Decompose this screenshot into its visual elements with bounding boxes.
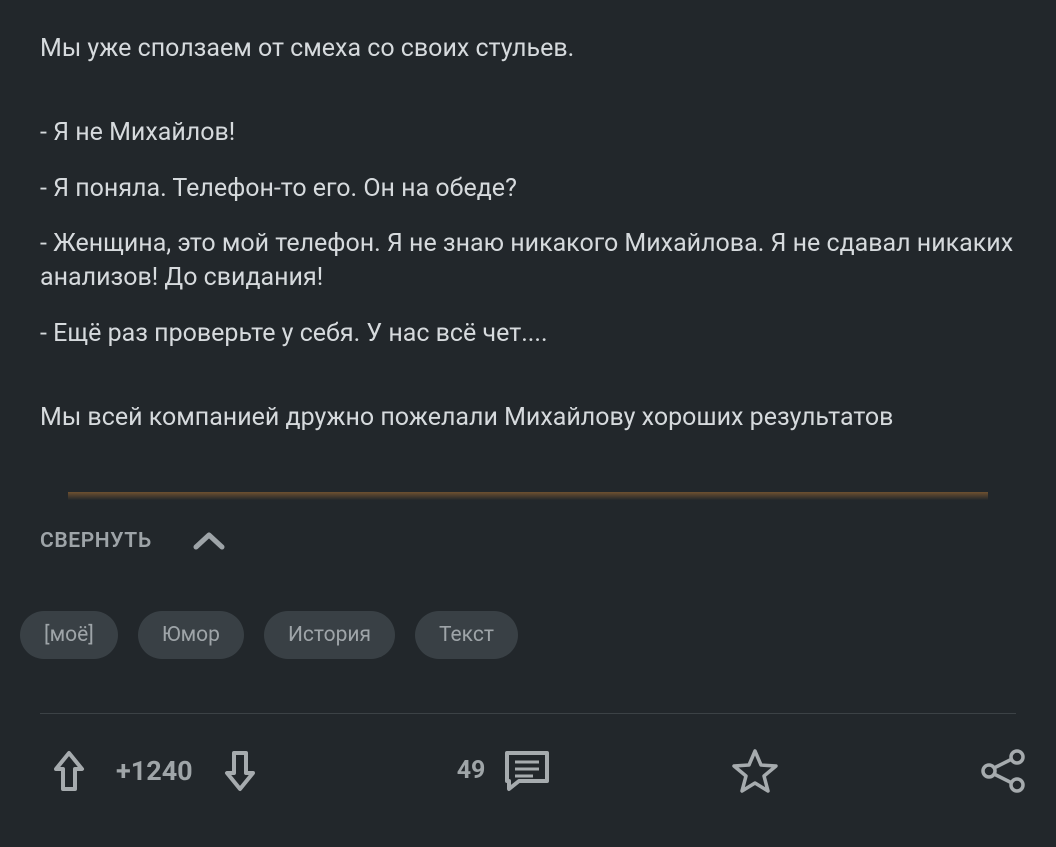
downvote-button[interactable] <box>223 749 257 793</box>
comments-button[interactable]: 49 <box>457 749 552 793</box>
chevron-up-icon <box>192 530 226 552</box>
blank-line <box>40 373 1016 401</box>
comments-count: 49 <box>457 754 486 788</box>
post-text-line: - Я поняла. Телефон-то его. Он на обеде? <box>40 172 1016 206</box>
tag[interactable]: Юмор <box>138 611 244 659</box>
collapse-label: СВЕРНУТЬ <box>40 527 152 555</box>
tag[interactable]: [моё] <box>20 611 118 659</box>
rating-group: +1240 <box>52 749 257 793</box>
post-text-line: Мы всей компанией дружно пожелали Михайл… <box>40 401 1016 435</box>
blank-line <box>40 88 1016 116</box>
upvote-button[interactable] <box>52 749 86 793</box>
tag[interactable]: Текст <box>415 611 518 659</box>
post-text-line: - Ещё раз проверьте у себя. У нас всё че… <box>40 317 1016 351</box>
rating-score: +1240 <box>116 753 193 789</box>
comment-icon <box>503 749 551 793</box>
collapse-button[interactable]: СВЕРНУТЬ <box>0 501 1056 555</box>
post-text-line: - Я не Михайлов! <box>40 116 1016 150</box>
share-button[interactable] <box>979 748 1027 794</box>
star-icon <box>731 748 779 794</box>
favorite-button[interactable] <box>731 748 779 794</box>
tags-row: [моё] Юмор История Текст <box>0 555 1056 659</box>
share-icon <box>979 748 1027 794</box>
post-text-line: - Женщина, это мой телефон. Я не знаю ни… <box>40 227 1016 295</box>
tag[interactable]: История <box>264 611 395 659</box>
post-footer: +1240 49 <box>0 714 1056 794</box>
post-text-line: Мы уже сползаем от смеха со своих стулье… <box>40 32 1016 66</box>
fade-overlay <box>0 478 1056 502</box>
post-body: Мы уже сползаем от смеха со своих стулье… <box>0 0 1056 502</box>
